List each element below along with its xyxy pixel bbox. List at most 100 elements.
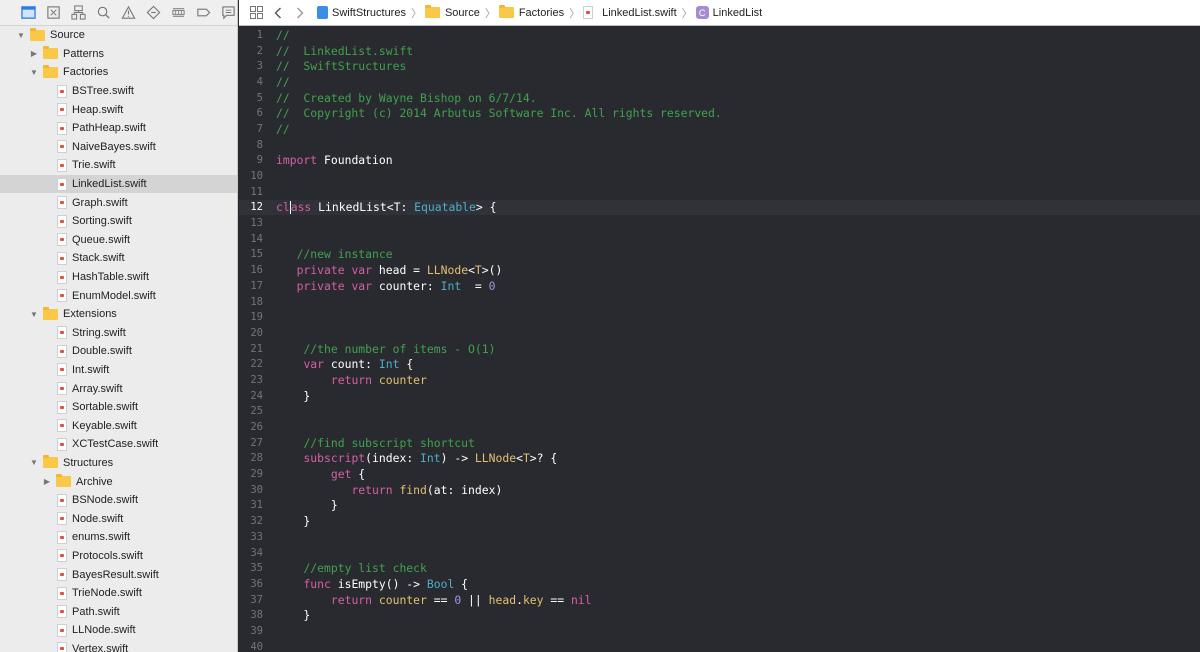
tree-file[interactable]: PathHeap.swift (0, 119, 237, 138)
code-line[interactable]: 13 (239, 215, 1200, 231)
code-line[interactable]: 18 (239, 294, 1200, 310)
tree-folder[interactable]: ▼ Factories (0, 63, 237, 82)
tree-file[interactable]: Keyable.swift (0, 416, 237, 435)
code-line[interactable]: 1 // (239, 27, 1200, 43)
code-line[interactable]: 11 (239, 184, 1200, 200)
code-line[interactable]: 2 // LinkedList.swift (239, 43, 1200, 59)
report-navigator-icon[interactable] (221, 4, 237, 21)
code-line[interactable]: 32 } (239, 513, 1200, 529)
code-line[interactable]: 28 subscript(index: Int) -> LLNode<T>? { (239, 451, 1200, 467)
tree-file[interactable]: String.swift (0, 324, 237, 343)
tree-file[interactable]: Sorting.swift (0, 212, 237, 231)
test-navigator-icon[interactable] (146, 4, 162, 21)
tree-file[interactable]: LLNode.swift (0, 621, 237, 640)
breadcrumb-item[interactable]: LinkedList.swift (583, 6, 677, 19)
code-area[interactable]: 1 // 2 // LinkedList.swift 3 // SwiftStructur… (239, 27, 1200, 652)
code-line[interactable]: 4 // (239, 74, 1200, 90)
issue-navigator-icon[interactable] (120, 4, 136, 21)
source-control-icon[interactable] (45, 4, 61, 21)
disclosure-expanded-icon[interactable]: ▼ (29, 309, 39, 319)
code-line[interactable]: 6 // Copyright (c) 2014 Arbutus Software … (239, 105, 1200, 121)
tree-file[interactable]: TrieNode.swift (0, 584, 237, 603)
breadcrumb-item[interactable]: Source (424, 5, 480, 19)
code-line[interactable]: 39 (239, 623, 1200, 639)
back-button[interactable] (267, 3, 289, 23)
disclosure-collapsed-icon[interactable]: ▶ (29, 49, 39, 59)
breadcrumb-item[interactable]: C LinkedList (695, 6, 762, 19)
tree-folder[interactable]: ▼ Structures (0, 454, 237, 473)
disclosure-expanded-icon[interactable]: ▼ (29, 458, 39, 468)
code-line[interactable]: 37 return counter == 0 || head.key == ni… (239, 592, 1200, 608)
disclosure-collapsed-icon[interactable]: ▶ (42, 477, 52, 487)
tree-folder[interactable]: ▶ Archive (0, 472, 237, 491)
tree-file[interactable]: XCTestCase.swift (0, 435, 237, 454)
breadcrumb-item[interactable]: Factories (498, 5, 564, 19)
related-items-icon[interactable] (245, 3, 267, 23)
tree-file[interactable]: Array.swift (0, 379, 237, 398)
code-line[interactable]: 8 (239, 137, 1200, 153)
code-line[interactable]: 25 (239, 404, 1200, 420)
code-line[interactable]: 40 (239, 639, 1200, 652)
tree-file[interactable]: Path.swift (0, 602, 237, 621)
tree-file[interactable]: BSTree.swift (0, 82, 237, 101)
tree-file[interactable]: Int.swift (0, 361, 237, 380)
tree-file[interactable]: Vertex.swift (0, 640, 237, 652)
code-line[interactable]: 19 (239, 309, 1200, 325)
code-line[interactable]: 34 (239, 545, 1200, 561)
find-navigator-icon[interactable] (95, 4, 111, 21)
code-line[interactable]: 24 } (239, 388, 1200, 404)
debug-navigator-icon[interactable] (171, 4, 187, 21)
code-line[interactable]: 5 // Created by Wayne Bishop on 6/7/14. (239, 90, 1200, 106)
tree-file[interactable]: Sortable.swift (0, 398, 237, 417)
forward-button[interactable] (289, 3, 311, 23)
tree-file[interactable]: Protocols.swift (0, 547, 237, 566)
breadcrumb-item[interactable]: SwiftStructures (317, 6, 406, 19)
tree-file[interactable]: Node.swift (0, 509, 237, 528)
code-line[interactable]: 14 (239, 231, 1200, 247)
code-line[interactable]: 35 //empty list check (239, 560, 1200, 576)
code-line[interactable]: 12 class LinkedList<T: Equatable> { (239, 199, 1200, 216)
code-line[interactable]: 20 (239, 325, 1200, 341)
code-line[interactable]: 30 return find(at: index) (239, 482, 1200, 498)
code-line[interactable]: 38 } (239, 607, 1200, 623)
tree-file[interactable]: Queue.swift (0, 231, 237, 250)
tree-file[interactable]: Stack.swift (0, 249, 237, 268)
tree-file[interactable]: NaiveBayes.swift (0, 138, 237, 157)
code-line[interactable]: 33 (239, 529, 1200, 545)
code-line[interactable]: 23 return counter (239, 372, 1200, 388)
disclosure-expanded-icon[interactable]: ▼ (29, 67, 39, 77)
line-number: 26 (250, 421, 263, 434)
code-line[interactable]: 26 (239, 419, 1200, 435)
tree-file[interactable]: Double.swift (0, 342, 237, 361)
project-navigator-icon[interactable] (20, 4, 36, 21)
tree-file[interactable]: BayesResult.swift (0, 565, 237, 584)
breakpoint-navigator-icon[interactable] (196, 4, 212, 21)
code-line[interactable]: 16 private var head = LLNode<T>() (239, 262, 1200, 278)
code-line[interactable]: 17 private var counter: Int = 0 (239, 278, 1200, 294)
code-line[interactable]: 27 //find subscript shortcut (239, 435, 1200, 451)
code-line[interactable]: 31 } (239, 498, 1200, 514)
code-line[interactable]: 36 func isEmpty() -> Bool { (239, 576, 1200, 592)
code-line[interactable]: 15 //new instance (239, 247, 1200, 263)
tree-file[interactable]: LinkedList.swift (0, 174, 237, 194)
tree-file[interactable]: BSNode.swift (0, 491, 237, 510)
tree-folder[interactable]: ▶ Patterns (0, 45, 237, 64)
tree-file[interactable]: enums.swift (0, 528, 237, 547)
code-line[interactable]: 7 // (239, 121, 1200, 137)
tree-file[interactable]: EnumModel.swift (0, 286, 237, 305)
code-line[interactable]: 21 //the number of items - O(1) (239, 341, 1200, 357)
tree-folder[interactable]: ▼ Source (0, 26, 237, 45)
symbol-navigator-icon[interactable] (70, 4, 86, 21)
code-line[interactable]: 3 // SwiftStructures (239, 58, 1200, 74)
disclosure-expanded-icon[interactable]: ▼ (16, 30, 26, 40)
tree-file[interactable]: Heap.swift (0, 100, 237, 119)
code-line[interactable]: 29 get { (239, 466, 1200, 482)
tree-file[interactable]: Graph.swift (0, 193, 237, 212)
code-line[interactable]: 9 import Foundation (239, 153, 1200, 169)
tree-folder[interactable]: ▼ Extensions (0, 305, 237, 324)
code-line[interactable]: 22 var count: Int { (239, 356, 1200, 372)
tree-file[interactable]: Trie.swift (0, 156, 237, 175)
tree-file[interactable]: HashTable.swift (0, 268, 237, 287)
code-line[interactable]: 10 (239, 168, 1200, 184)
